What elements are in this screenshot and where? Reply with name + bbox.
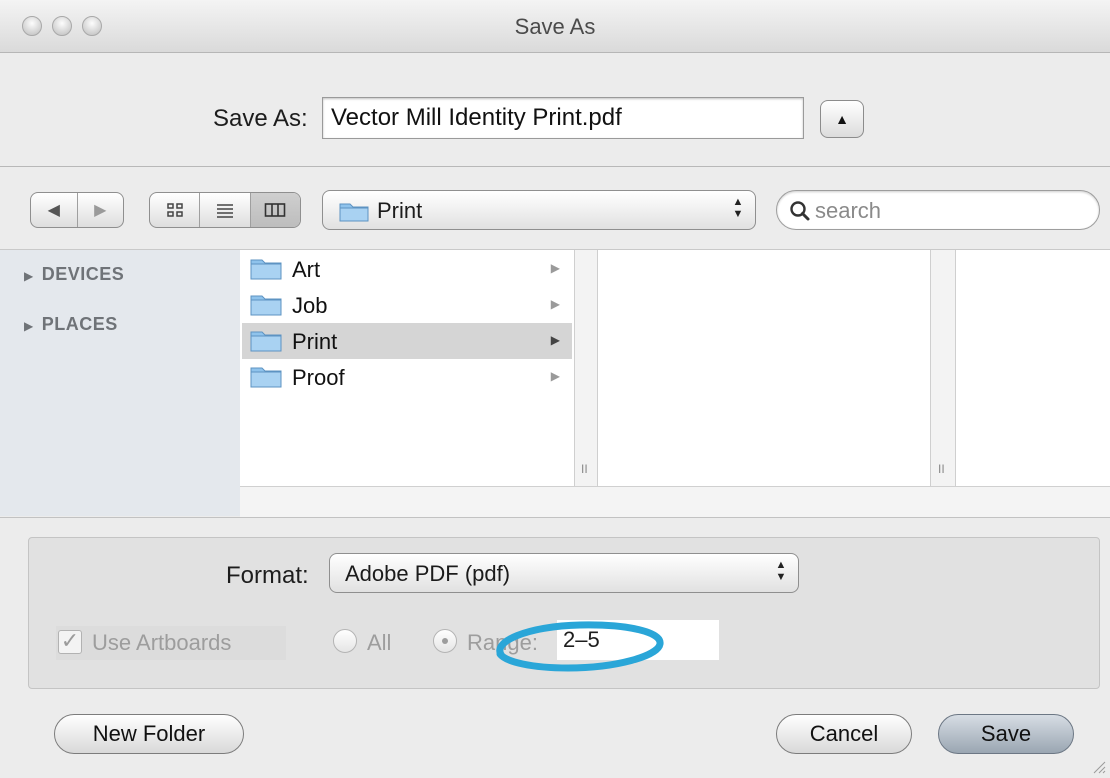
range-radio[interactable] [433, 629, 457, 653]
sidebar: ▶ DEVICES ▶ PLACES [0, 250, 240, 516]
divider [0, 166, 1110, 167]
chevron-right-icon: ▶ [550, 297, 560, 311]
save-dialog: Save As Save As: ▲ ◀ ▶ [0, 0, 1110, 778]
list-view-button[interactable] [200, 193, 251, 227]
folder-row[interactable]: Art ▶ [242, 251, 572, 287]
new-folder-button[interactable]: New Folder [54, 714, 244, 754]
range-label: Range: [467, 630, 538, 655]
horizontal-scrollbar[interactable] [240, 486, 1110, 517]
view-mode-buttons [149, 192, 301, 228]
folder-name: Proof [292, 365, 345, 390]
resize-grip-icon: II [581, 462, 588, 476]
filename-input[interactable] [322, 97, 804, 139]
search-icon [790, 201, 810, 221]
icon-view-icon [166, 203, 183, 217]
radio-dot-icon [442, 638, 448, 644]
folder-name: Print [292, 329, 338, 354]
all-label: All [367, 630, 392, 655]
resize-grip-icon[interactable] [1090, 758, 1106, 774]
divider [0, 517, 1110, 518]
folder-icon [250, 367, 282, 388]
location-popup[interactable]: Print ▲ ▼ [322, 190, 756, 230]
save-button[interactable]: Save [938, 714, 1074, 754]
browser-column-2 [598, 250, 930, 486]
disclosure-triangle-icon: ▶ [24, 319, 34, 333]
popup-arrows-icon: ▲ ▼ [732, 196, 744, 220]
disclosure-triangle-icon: ▶ [24, 269, 34, 283]
resize-grip-icon: II [938, 462, 945, 476]
column-view-button[interactable] [250, 193, 300, 227]
folder-icon [250, 259, 282, 280]
checkmark-icon: ✓ [58, 630, 82, 654]
window-title: Save As [514, 14, 596, 39]
forward-button[interactable]: ▶ [78, 193, 124, 227]
search-placeholder: search [815, 198, 882, 223]
navigation-buttons: ◀ ▶ [30, 192, 124, 228]
title-bar: Save As [0, 0, 1110, 53]
chevron-right-icon: ▶ [550, 333, 560, 347]
browser-column-3 [956, 250, 1110, 486]
forward-arrow-icon: ▶ [94, 202, 107, 219]
sidebar-section-devices[interactable]: ▶ DEVICES [24, 264, 124, 285]
format-label: Format: [226, 562, 309, 589]
folder-row[interactable]: Job ▶ [242, 287, 572, 323]
use-artboards-label: Use Artboards [92, 630, 232, 655]
location-label: Print [377, 198, 423, 223]
format-popup[interactable]: Adobe PDF (pdf) ▲ ▼ [329, 553, 799, 593]
sidebar-section-label: PLACES [41, 314, 118, 334]
search-field[interactable]: search [776, 190, 1100, 230]
cancel-button[interactable]: Cancel [776, 714, 912, 754]
folder-row-selected[interactable]: Print ▶ [242, 323, 572, 359]
folder-name: Art [292, 257, 321, 282]
expand-dialog-button[interactable]: ▲ [820, 100, 864, 138]
use-artboards-checkbox[interactable]: ✓ Use Artboards [56, 626, 286, 660]
column-view-icon [265, 203, 286, 217]
folder-icon [250, 331, 282, 352]
icon-view-button[interactable] [150, 193, 201, 227]
list-view-icon [216, 204, 233, 218]
column-resize-handle[interactable] [574, 250, 598, 486]
sidebar-section-label: DEVICES [41, 264, 125, 284]
back-button[interactable]: ◀ [31, 193, 78, 227]
format-value: Adobe PDF (pdf) [345, 561, 511, 586]
triangle-up-icon: ▲ [835, 111, 849, 127]
popup-arrows-icon: ▲ ▼ [775, 559, 787, 583]
column-resize-handle[interactable] [930, 250, 956, 486]
back-arrow-icon: ◀ [47, 202, 60, 219]
sidebar-section-places[interactable]: ▶ PLACES [24, 314, 118, 335]
folder-name: Job [292, 293, 328, 318]
chevron-right-icon: ▶ [550, 369, 560, 383]
range-input[interactable] [557, 620, 719, 660]
folder-row[interactable]: Proof ▶ [242, 359, 572, 395]
save-as-label: Save As: [213, 105, 308, 132]
folder-icon [339, 203, 369, 222]
chevron-right-icon: ▶ [550, 261, 560, 275]
folder-icon [250, 295, 282, 316]
all-radio[interactable] [333, 629, 357, 653]
